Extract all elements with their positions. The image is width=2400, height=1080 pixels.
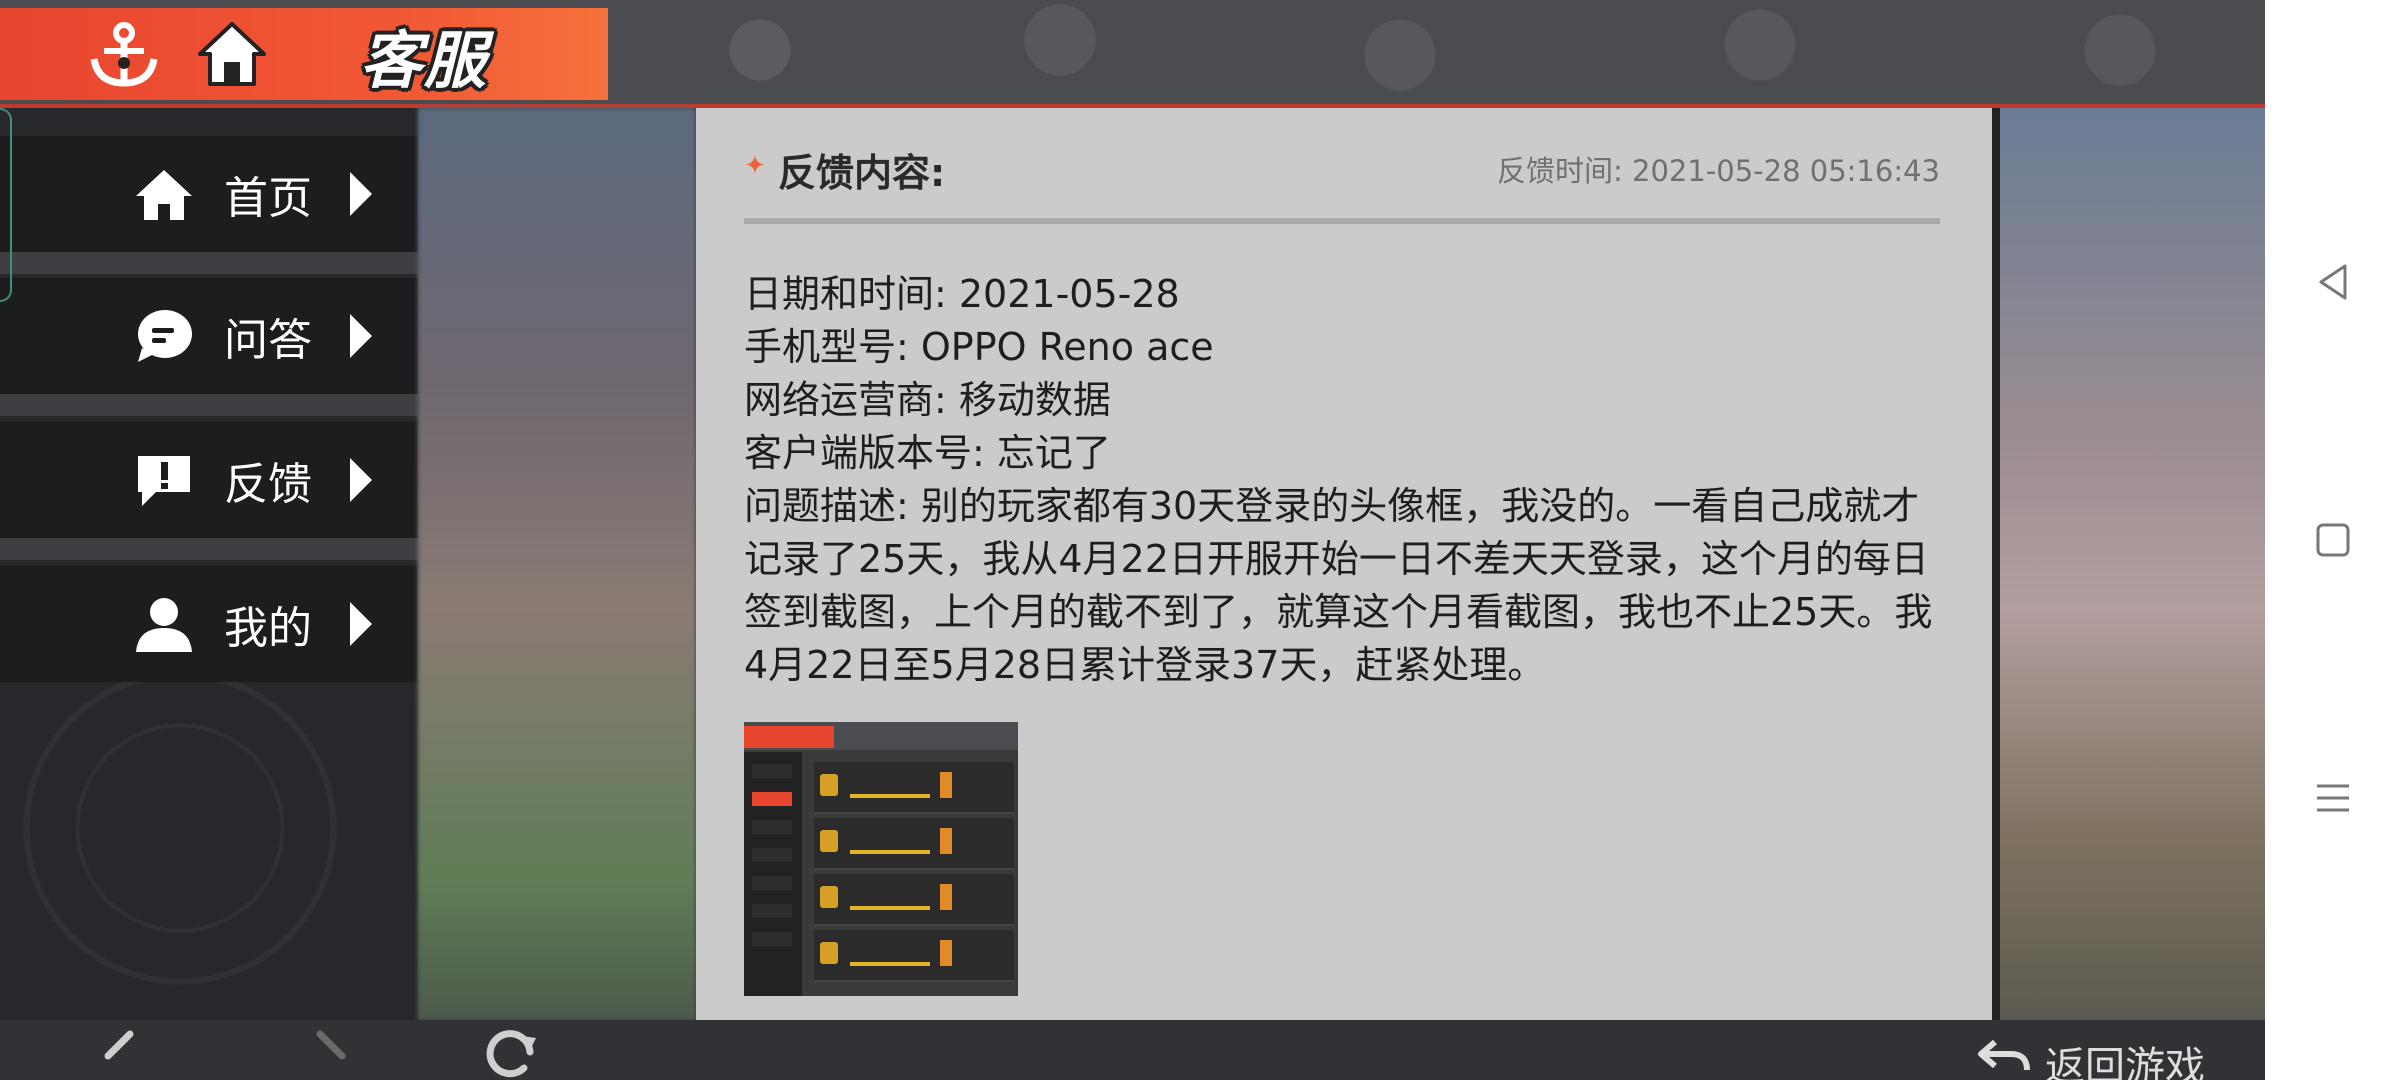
thumbnail-tab: [744, 726, 834, 748]
card-title: 反馈内容:: [778, 151, 946, 195]
top-bar: 客服: [0, 0, 2265, 108]
sidebar-edge-handle: [0, 108, 12, 302]
sidebar-item-qa[interactable]: 问答: [0, 278, 418, 394]
nav-menu-icon[interactable]: [2307, 772, 2359, 824]
divider: [0, 394, 418, 416]
game-webview: 客服 首页 问答 反馈 我的 ✦ 反馈内容: 反馈时间: 2021-05-28 …: [0, 0, 2265, 1080]
sidebar-item-home[interactable]: 首页: [0, 136, 418, 252]
chat-bubble-icon: [132, 304, 196, 368]
anchor-icon[interactable]: [84, 14, 164, 94]
sidebar-item-label: 首页: [224, 173, 312, 224]
nav-home-icon[interactable]: [2307, 514, 2359, 566]
chevron-right-icon: [350, 172, 372, 216]
screenshot-thumbnail[interactable]: [744, 722, 1018, 996]
feedback-description: 问题描述: 别的玩家都有30天登录的头像框，我没的。一看自己成就才记录了25天，…: [744, 484, 1933, 687]
exclamation-icon: [132, 448, 196, 512]
sidebar-item-label: 我的: [224, 603, 312, 654]
feedback-client-version: 客户端版本号: 忘记了: [744, 431, 1111, 475]
back-to-game-label: 返回游戏: [2045, 1044, 2205, 1080]
divider: [0, 252, 418, 274]
browser-forward-button[interactable]: [300, 1026, 370, 1080]
nav-back-icon[interactable]: [2307, 256, 2359, 308]
home-icon: [132, 162, 196, 226]
star-icon: ✦: [744, 151, 766, 181]
browser-back-button[interactable]: [90, 1026, 160, 1080]
feedback-phone-model: 手机型号: OPPO Reno ace: [744, 325, 1214, 369]
chevron-right-icon: [350, 458, 372, 502]
refresh-icon[interactable]: [480, 1026, 550, 1080]
chevron-right-icon: [350, 314, 372, 358]
background-scene: [418, 108, 696, 1020]
home-icon[interactable]: [192, 14, 272, 94]
feedback-time: 反馈时间: 2021-05-28 05:16:43: [1497, 154, 1940, 188]
card-header: ✦ 反馈内容: 反馈时间: 2021-05-28 05:16:43: [744, 136, 1940, 196]
thumbnail-sidebar: [744, 752, 802, 996]
divider: [0, 538, 418, 560]
sidebar-item-label: 问答: [224, 315, 312, 366]
return-arrow-icon: [1975, 1038, 2031, 1080]
feedback-detail-card[interactable]: ✦ 反馈内容: 反馈时间: 2021-05-28 05:16:43 日期和时间:…: [696, 108, 2000, 1020]
background-scene: [1996, 108, 2265, 1020]
bottom-bar: 返回游戏: [0, 1020, 2265, 1080]
sidebar-item-feedback[interactable]: 反馈: [0, 422, 418, 538]
back-to-game-button[interactable]: 返回游戏: [1975, 1034, 2205, 1080]
user-icon: [132, 592, 196, 656]
chevron-right-icon: [350, 602, 372, 646]
sidebar-item-label: 反馈: [224, 459, 312, 510]
sidebar-item-mine[interactable]: 我的: [0, 566, 418, 682]
sidebar: 首页 问答 反馈 我的: [0, 108, 418, 1020]
divider: [744, 218, 1940, 224]
page-title: 客服: [360, 24, 489, 97]
feedback-datetime: 日期和时间: 2021-05-28: [744, 272, 1180, 316]
system-navigation-bar: [2265, 0, 2400, 1080]
feedback-body: 日期和时间: 2021-05-28 手机型号: OPPO Reno ace 网络…: [744, 268, 1944, 692]
feedback-network: 网络运营商: 移动数据: [744, 378, 1111, 422]
